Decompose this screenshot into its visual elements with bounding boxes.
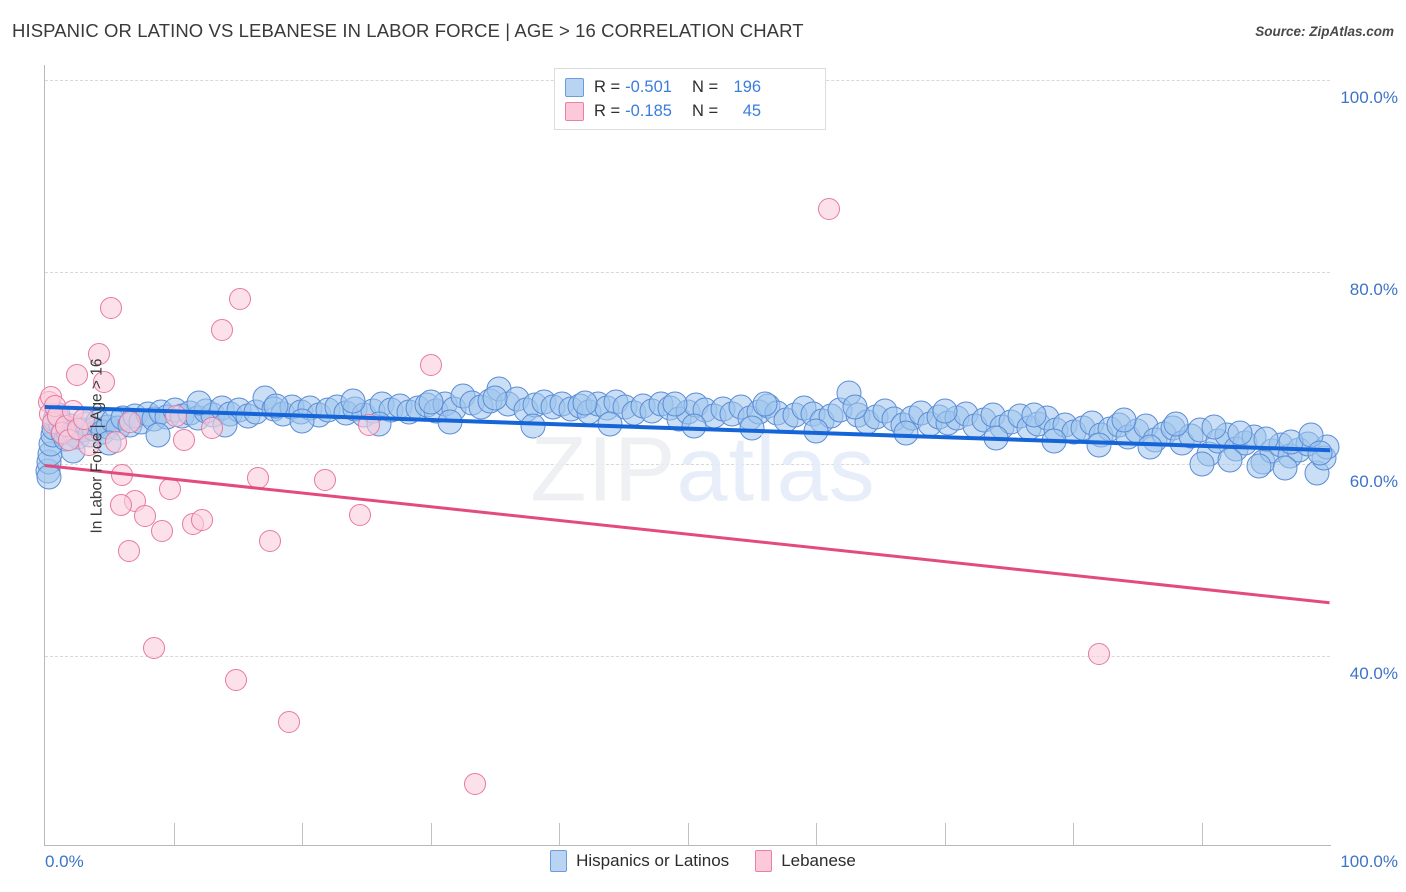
x-axis-tick (430, 823, 432, 845)
scatter-point (1217, 447, 1243, 473)
y-axis-tick-label: 80.0% (1349, 280, 1398, 299)
n-value-lebanese: 45 (742, 101, 762, 120)
scatter-point (348, 503, 371, 526)
y-axis-tick-label: 60.0% (1349, 472, 1398, 491)
scatter-point (1137, 434, 1163, 460)
x-axis-line (44, 845, 1331, 846)
scatter-point (662, 391, 688, 417)
scatter-point (172, 429, 195, 451)
scatter-point (109, 494, 132, 517)
scatter-point (464, 772, 487, 795)
legend-color-lebanese-icon (755, 850, 773, 872)
stats-row-hispanics: R = -0.501 N = 196 (565, 75, 815, 99)
scatter-point (419, 354, 442, 377)
scatter-point (117, 540, 140, 563)
legend-swatch-lebanese-icon (565, 101, 584, 121)
r-label-hispanics: R = (594, 77, 621, 96)
scatter-point (278, 711, 301, 734)
legend-label-lebanese: Lebanese (781, 851, 856, 870)
scatter-point (1087, 643, 1110, 666)
scatter-point (1246, 453, 1272, 479)
r-label-lebanese: R = (594, 101, 621, 120)
page-title: HISPANIC OR LATINO VS LEBANESE IN LABOR … (12, 20, 804, 41)
x-axis-tick (816, 823, 817, 845)
n-label-lebanese: N = (691, 101, 719, 120)
scatter-point (572, 390, 598, 416)
gridline-80 (45, 272, 1330, 273)
scatter-point (289, 408, 315, 434)
scatter-point (229, 287, 252, 310)
x-axis-tick (1073, 823, 1074, 845)
n-value-hispanics: 196 (733, 77, 762, 96)
scatter-point (118, 410, 141, 433)
legend-color-hispanics-icon (550, 850, 568, 872)
scatter-point (314, 469, 337, 492)
y-axis-tick-label: 40.0% (1349, 664, 1398, 683)
scatter-point (932, 398, 957, 424)
r-value-lebanese: -0.185 (625, 101, 672, 120)
series-legend: Hispanics or Latinos Lebanese (0, 850, 1406, 872)
scatter-point (190, 508, 213, 531)
legend-item-hispanics[interactable]: Hispanics or Latinos (550, 850, 729, 872)
correlation-chart-page: HISPANIC OR LATINO VS LEBANESE IN LABOR … (0, 0, 1406, 892)
scatter-point (150, 520, 173, 543)
x-axis-tick (173, 823, 175, 845)
trendline-lebanese (44, 464, 1330, 605)
scatter-point (1189, 451, 1214, 477)
scatter-point (482, 385, 508, 411)
scatter-point (1272, 455, 1298, 481)
scatter-point (211, 318, 234, 341)
scatter-point (1021, 402, 1047, 428)
scatter-point (1201, 414, 1227, 440)
scatter-point (1227, 420, 1253, 446)
x-axis-tick (302, 823, 303, 845)
x-axis-tick (944, 823, 946, 845)
scatter-point (99, 296, 122, 319)
x-axis-tick (559, 823, 560, 845)
scatter-point (258, 529, 281, 552)
scatter-point (1086, 432, 1112, 458)
plot-area (35, 65, 1340, 845)
scatter-point (143, 637, 166, 660)
correlation-stats-legend: R = -0.501 N = 196 R = -0.185 N = 45 (554, 68, 826, 130)
scatter-point (817, 197, 840, 220)
r-value-hispanics: -0.501 (625, 77, 672, 96)
y-axis-tick-label: 100.0% (1340, 88, 1398, 107)
scatter-point (1163, 411, 1189, 437)
scatter-point (201, 416, 224, 439)
legend-label-hispanics: Hispanics or Latinos (576, 851, 730, 870)
legend-item-lebanese[interactable]: Lebanese (755, 850, 856, 872)
scatter-point (1307, 440, 1333, 466)
scatter-point (340, 388, 366, 414)
x-axis-tick (1201, 823, 1203, 845)
gridline-60 (45, 464, 1330, 465)
legend-swatch-hispanics-icon (565, 77, 584, 97)
source-attribution: Source: ZipAtlas.com (1255, 24, 1394, 39)
scatter-point (752, 391, 778, 417)
scatter-point (66, 363, 89, 386)
n-label-hispanics: N = (691, 77, 719, 96)
scatter-point (36, 464, 62, 490)
y-axis-title: In Labor Force | Age > 16 (88, 358, 106, 534)
scatter-point (1111, 407, 1137, 433)
scatter-point (842, 394, 868, 420)
x-axis-tick (687, 823, 689, 845)
stats-row-lebanese: R = -0.185 N = 45 (565, 99, 815, 123)
gridline-40 (45, 656, 1330, 657)
scatter-point (225, 669, 248, 691)
scatter-point (104, 430, 127, 453)
scatter-point (418, 389, 443, 415)
scatter-point (145, 422, 171, 448)
